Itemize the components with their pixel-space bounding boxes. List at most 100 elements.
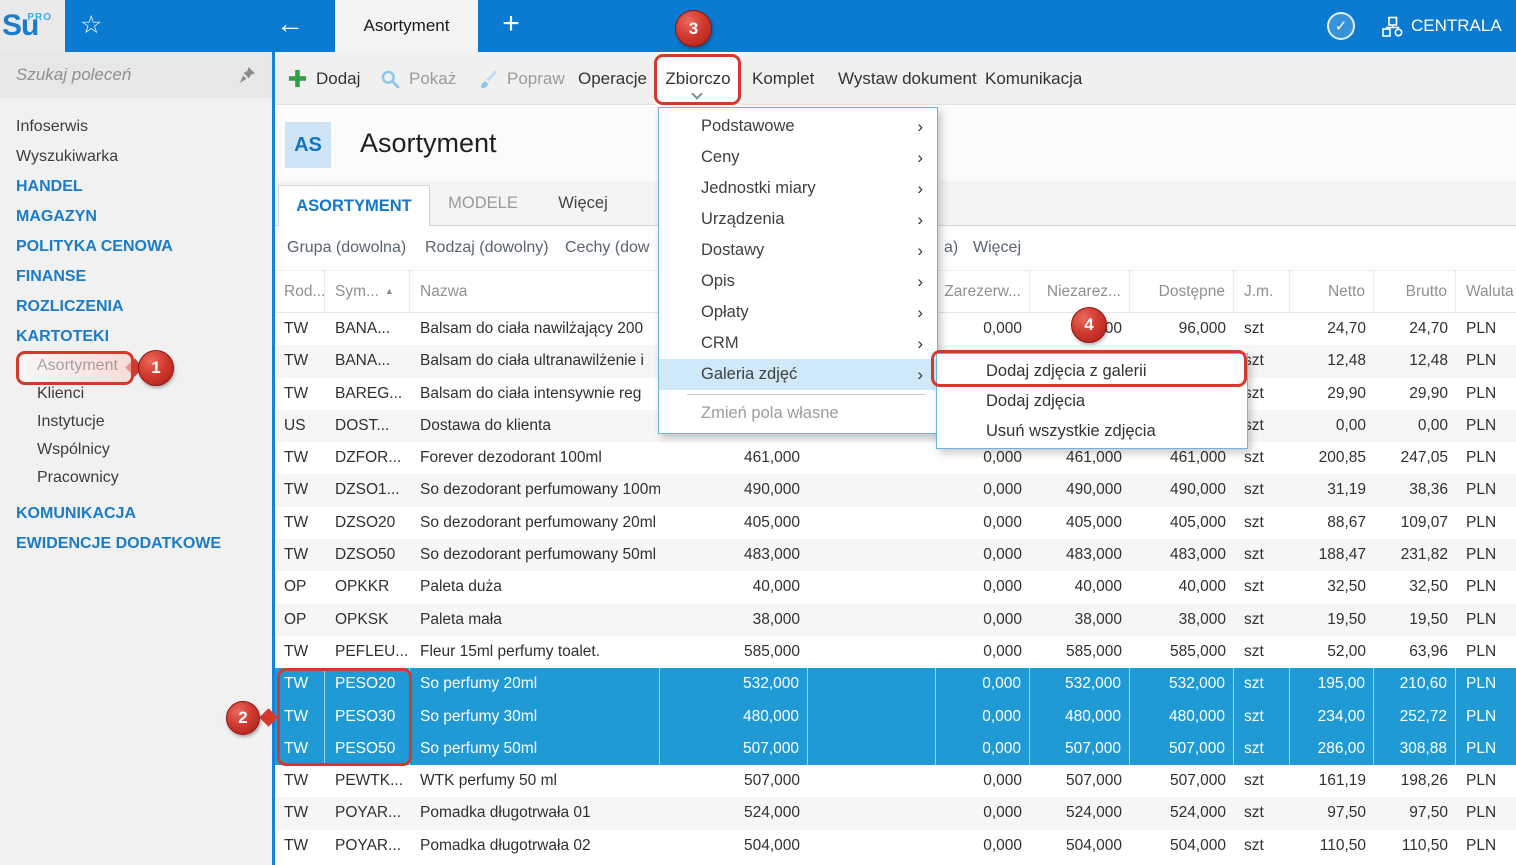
sidebar-item-komunikacja[interactable]: KOMUNIKACJA [0, 499, 272, 529]
cell: szt [1234, 765, 1290, 797]
menu-item-galeria-zdjęć[interactable]: Galeria zdjęć› [659, 359, 937, 390]
toolbar-button-dodaj[interactable]: Dodaj [288, 52, 360, 105]
table-row-5[interactable]: TWDZFOR...Forever dezodorant 100ml461,00… [274, 442, 1516, 474]
cell: 88,67 [1290, 507, 1374, 539]
view-tab-asortyment[interactable]: ASORTYMENT [278, 185, 430, 227]
table-row-17[interactable]: TWPOYAR...Pomadka długotrwała 02504,0000… [274, 830, 1516, 862]
cell: 0,000 [936, 507, 1030, 539]
cell: So dezodorant perfumowany 50ml [410, 539, 660, 571]
sidebar-item-wyszukiwarka[interactable]: Wyszukiwarka [0, 142, 272, 172]
toolbar-button-komplet[interactable]: Komplet [752, 52, 814, 105]
cell: 405,000 [660, 507, 808, 539]
cell: 40,000 [1030, 571, 1130, 603]
window-tab-asortyment[interactable]: Asortyment [335, 0, 478, 52]
menu-item-opis[interactable]: Opis› [659, 266, 937, 297]
table-row-11[interactable]: TWPEFLEU...Fleur 15ml perfumy toalet.585… [274, 636, 1516, 668]
menu-item-crm[interactable]: CRM› [659, 328, 937, 359]
sidebar-item-instytucje[interactable]: Instytucje [0, 408, 272, 436]
column-header-netto[interactable]: Netto [1290, 271, 1374, 314]
column-header-j-m[interactable]: J.m. [1234, 271, 1290, 314]
sidebar-item-finanse[interactable]: FINANSE [0, 262, 272, 292]
table-row-14[interactable]: TWPESO50So perfumy 50ml507,0000,000507,0… [274, 733, 1516, 765]
submenu-item-dodaj-zdjęcia[interactable]: Dodaj zdjęcia [937, 386, 1247, 416]
column-header-waluta[interactable]: Waluta [1456, 271, 1516, 314]
sidebar-item-infoserwis[interactable]: Infoserwis [0, 112, 272, 142]
sidebar-item-asortyment[interactable]: Asortyment [0, 352, 272, 380]
org-chart-icon [1382, 16, 1403, 37]
cell: 507,000 [1130, 765, 1234, 797]
filter-fragment[interactable]: a) [944, 226, 958, 270]
cell: 63,96 [1374, 636, 1456, 668]
menu-item-urządzenia[interactable]: Urządzenia› [659, 204, 937, 235]
table-row-8[interactable]: TWDZSO50So dezodorant perfumowany 50ml48… [274, 539, 1516, 571]
sidebar-item-pracownicy[interactable]: Pracownicy [0, 464, 272, 492]
table-row-13[interactable]: TWPESO30So perfumy 30ml480,0000,000480,0… [274, 701, 1516, 733]
view-tab-więcej[interactable]: Więcej [548, 181, 618, 226]
sync-status-icon[interactable]: ✓ [1327, 12, 1355, 40]
table-row-16[interactable]: TWPOYAR...Pomadka długotrwała 01524,0000… [274, 797, 1516, 829]
toolbar-button-popraw[interactable]: Popraw [478, 52, 565, 105]
submenu-item-usuń-wszystkie-zdjęcia[interactable]: Usuń wszystkie zdjęcia [937, 416, 1247, 446]
toolbar-button-pokaż[interactable]: Pokaż [380, 52, 456, 105]
cell: 96,000 [1030, 313, 1130, 345]
column-header-niezarez[interactable]: Niezarez... [1030, 271, 1130, 314]
cell: OP [274, 604, 325, 636]
column-header-rod[interactable]: Rod... [274, 271, 325, 314]
menu-item-zmień-pola-własne: Zmień pola własne [659, 398, 937, 429]
pin-icon[interactable] [238, 66, 256, 84]
toolbar-button-operacje[interactable]: Operacje [578, 52, 647, 105]
column-header-label: Netto [1328, 283, 1365, 300]
sidebar-item-polityka-cenowa[interactable]: POLITYKA CENOWA [0, 232, 272, 262]
column-header-nazwa[interactable]: Nazwa [410, 271, 660, 314]
chevron-down-icon [691, 88, 702, 99]
back-arrow-icon[interactable]: ← [276, 0, 304, 52]
column-header-brutto[interactable]: Brutto [1374, 271, 1456, 314]
menu-item-jednostki-miary[interactable]: Jednostki miary› [659, 173, 937, 204]
table-row-10[interactable]: OPOPKSKPaleta mała38,0000,00038,00038,00… [274, 604, 1516, 636]
column-header-zarezerw[interactable]: Zarezerw... [936, 271, 1030, 314]
sidebar-item-wspólnicy[interactable]: Wspólnicy [0, 436, 272, 464]
cell: 96,000 [1130, 313, 1234, 345]
submenu-item-dodaj-zdjęcia-z-galerii[interactable]: Dodaj zdjęcia z galerii [937, 356, 1247, 386]
column-header-dostępne[interactable]: Dostępne [1130, 271, 1234, 314]
column-header-sym[interactable]: Sym...▲ [325, 271, 410, 314]
cell [808, 442, 936, 474]
menu-item-dostawy[interactable]: Dostawy› [659, 235, 937, 266]
cell: BAREG... [325, 378, 410, 410]
filter-cechy-dow[interactable]: Cechy (dow [565, 226, 649, 270]
table-row-7[interactable]: TWDZSO20So dezodorant perfumowany 20ml40… [274, 507, 1516, 539]
table-row-12[interactable]: TWPESO20So perfumy 20ml532,0000,000532,0… [274, 668, 1516, 700]
toolbar-button-komunikacja[interactable]: Komunikacja [985, 52, 1082, 105]
filter-rodzaj-dowolny[interactable]: Rodzaj (dowolny) [425, 226, 549, 270]
app-logo[interactable]: SuPRO [0, 0, 65, 52]
table-row-9[interactable]: OPOPKKRPaleta duża40,0000,00040,00040,00… [274, 571, 1516, 603]
sidebar-item-klienci[interactable]: Klienci [0, 380, 272, 408]
cell [808, 636, 936, 668]
command-search-input[interactable]: Szukaj poleceń [0, 52, 272, 98]
favorites-star-icon[interactable]: ☆ [80, 0, 102, 52]
table-row-15[interactable]: TWPEWTK...WTK perfumy 50 ml507,0000,0005… [274, 765, 1516, 797]
toolbar-button-wystaw-dokument[interactable]: Wystaw dokument [838, 52, 977, 105]
branch-selector[interactable]: CENTRALA [1382, 0, 1502, 52]
cell: szt [1234, 830, 1290, 862]
cell: 32,50 [1290, 571, 1374, 603]
menu-item-opłaty[interactable]: Opłaty› [659, 297, 937, 328]
cell: OPKKR [325, 571, 410, 603]
cell: 524,000 [1130, 797, 1234, 829]
sidebar-item-ewidencje-dodatkowe[interactable]: EWIDENCJE DODATKOWE [0, 529, 272, 559]
menu-item-ceny[interactable]: Ceny› [659, 142, 937, 173]
filter-grupa-dowolna[interactable]: Grupa (dowolna) [287, 226, 406, 270]
cell: 504,000 [660, 830, 808, 862]
filter-more[interactable]: Więcej [973, 226, 1021, 270]
toolbar-button-zbiorczo[interactable]: Zbiorczo [656, 52, 740, 105]
table-row-6[interactable]: TWDZSO1...So dezodorant perfumowany 100m… [274, 474, 1516, 506]
menu-item-podstawowe[interactable]: Podstawowe› [659, 111, 937, 142]
sidebar-item-kartoteki[interactable]: KARTOTEKI [0, 322, 272, 352]
new-tab-button[interactable]: + [495, 0, 527, 52]
sidebar-item-handel[interactable]: HANDEL [0, 172, 272, 202]
cell: 110,50 [1290, 830, 1374, 862]
sidebar-item-magazyn[interactable]: MAGAZYN [0, 202, 272, 232]
cell: 24,70 [1290, 313, 1374, 345]
view-tab-modele[interactable]: MODELE [437, 181, 529, 226]
sidebar-item-rozliczenia[interactable]: ROZLICZENIA [0, 292, 272, 322]
